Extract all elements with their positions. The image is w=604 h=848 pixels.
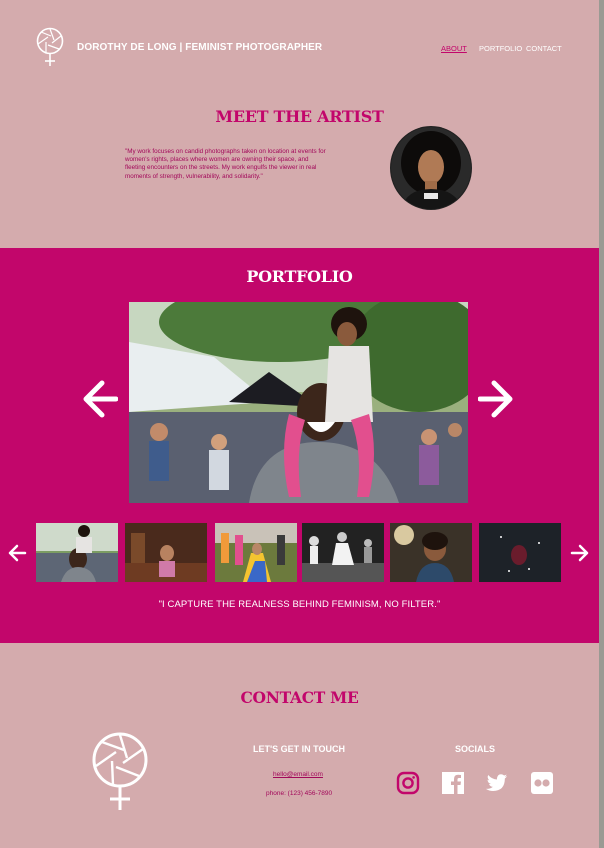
thumbnail-photo-2[interactable]	[125, 523, 207, 582]
artist-statement: "My work focuses on candid photographs t…	[125, 148, 326, 180]
thumbnail-photo-5[interactable]	[390, 523, 472, 582]
portfolio-section: PORTFOLIO "I CAPTURE THE REALNESS BEHIND…	[0, 248, 599, 643]
nav-about[interactable]: ABOUT	[441, 44, 467, 53]
twitter-icon[interactable]	[484, 771, 508, 795]
email-link[interactable]: hello@email.com	[273, 771, 323, 778]
thumbnail-photo-1[interactable]	[36, 523, 118, 582]
thumbnail-strip	[0, 523, 599, 583]
aperture-venus-logo-icon-large	[92, 732, 148, 810]
about-heading-wrap: MEET THE ARTIST	[0, 107, 599, 127]
thumbnails-prev-arrow-icon[interactable]	[7, 543, 27, 563]
thumbnail-photo-6[interactable]	[479, 523, 561, 582]
socials-heading: SOCIALS	[455, 744, 496, 754]
flickr-icon[interactable]	[530, 771, 554, 795]
portfolio-heading: PORTFOLIO	[246, 267, 353, 286]
thumbnail-photo-4[interactable]	[302, 523, 384, 582]
nav-portfolio[interactable]: PORTFOLIO	[479, 44, 522, 53]
featured-photo[interactable]	[129, 302, 468, 503]
get-in-touch-heading: LET'S GET IN TOUCH	[253, 744, 345, 754]
contact-heading: CONTACT ME	[240, 688, 359, 707]
page: DOROTHY DE LONG | FEMINIST PHOTOGRAPHER …	[0, 0, 599, 848]
thumbnails-next-arrow-icon[interactable]	[570, 543, 590, 563]
carousel-prev-arrow-icon[interactable]	[80, 379, 118, 419]
artist-portrait-photo	[390, 126, 472, 210]
site-header: DOROTHY DE LONG | FEMINIST PHOTOGRAPHER …	[0, 0, 599, 90]
portfolio-quote: "I CAPTURE THE REALNESS BEHIND FEMINISM,…	[158, 599, 441, 610]
instagram-icon[interactable]	[396, 771, 420, 795]
phone-number: phone: (123) 456-7890	[266, 790, 333, 797]
about-heading: MEET THE ARTIST	[215, 107, 384, 126]
brand-title[interactable]: DOROTHY DE LONG | FEMINIST PHOTOGRAPHER	[77, 42, 322, 53]
aperture-venus-logo-icon[interactable]	[35, 26, 67, 68]
facebook-icon[interactable]	[441, 771, 465, 795]
nav-contact[interactable]: CONTACT	[526, 44, 562, 53]
thumbnail-photo-3[interactable]	[215, 523, 297, 582]
carousel-next-arrow-icon[interactable]	[478, 379, 516, 419]
